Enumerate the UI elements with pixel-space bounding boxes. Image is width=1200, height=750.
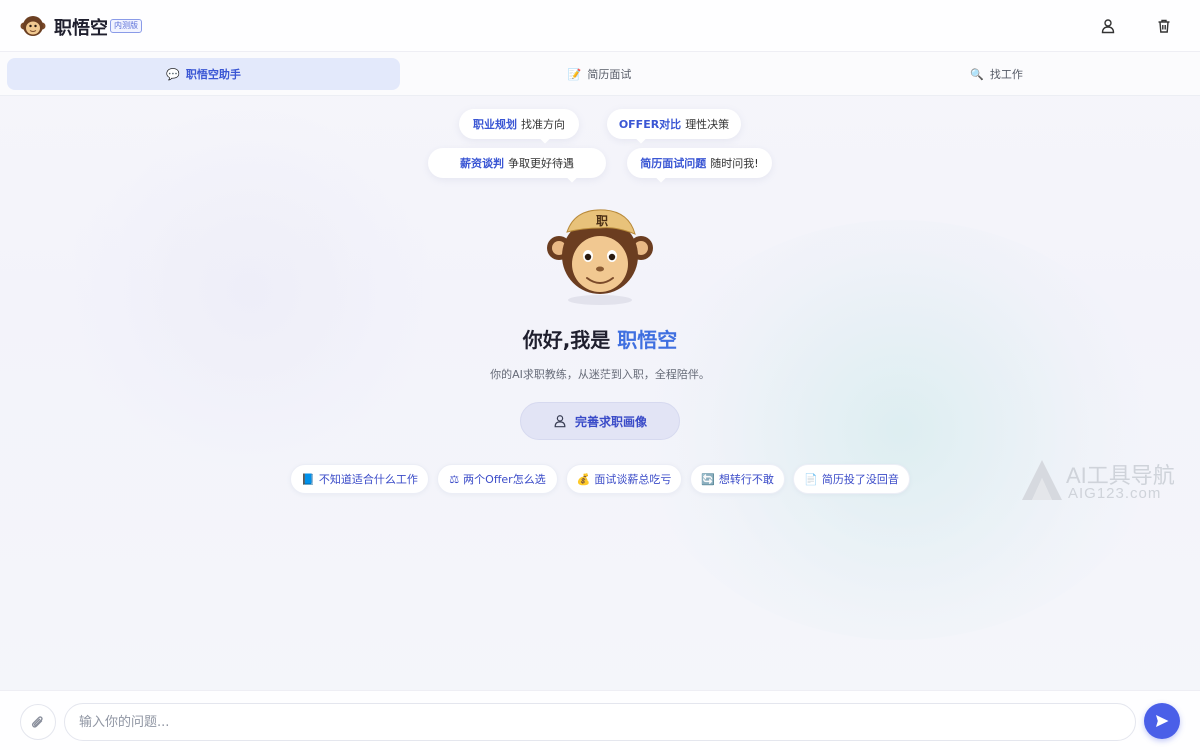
clear-chat-button[interactable] — [1153, 15, 1175, 37]
mascot-hat-char: 职 — [596, 214, 608, 228]
tab-bar: 💬 职悟空助手 📝 简历面试 🔍 找工作 — [0, 52, 1200, 96]
scale-icon: ⚖ — [449, 472, 460, 486]
complete-profile-button[interactable]: 完善求职画像 — [520, 402, 680, 440]
switch-icon: 🔄 — [701, 472, 715, 486]
send-icon — [1156, 715, 1169, 727]
tab-label: 找工作 — [989, 68, 1023, 81]
profile-button[interactable] — [1097, 15, 1119, 37]
suggestion-chip[interactable]: 🔄 想转行不敢 — [690, 464, 785, 494]
feature-bubble-interview: 简历面试问题 随时问我! — [627, 148, 772, 178]
memo-icon: 📝 — [567, 67, 582, 81]
greeting-title: 你好,我是 职悟空 — [522, 328, 678, 352]
background-glow — [640, 220, 1160, 640]
user-icon — [554, 415, 566, 428]
app-header: 职悟空 内测版 — [0, 0, 1200, 52]
suggestion-chip[interactable]: ⚖ 两个Offer怎么选 — [437, 464, 558, 494]
tab-label: 职悟空助手 — [185, 68, 241, 81]
monkey-logo-icon — [20, 16, 46, 36]
feature-bubble-offer: OFFER对比 理性决策 — [607, 109, 741, 139]
feature-bubble-career: 职业规划 找准方向 — [459, 109, 579, 139]
money-bag-icon: 💰 — [576, 472, 591, 486]
brand-name: 职悟空 — [54, 18, 108, 39]
composer-bar — [0, 690, 1200, 750]
tab-assistant[interactable]: 💬 职悟空助手 — [7, 58, 400, 90]
watermark-logo-icon — [1022, 460, 1062, 500]
watermark: AI工具导航 AIG123.com — [1020, 458, 1200, 504]
document-icon: 📄 — [804, 472, 818, 486]
monkey-mascot: 职 — [547, 209, 653, 305]
trash-icon — [1158, 19, 1170, 33]
paperclip-icon — [31, 716, 43, 728]
user-icon — [1101, 19, 1115, 34]
background-glow — [60, 110, 440, 470]
chat-icon: 💬 — [166, 67, 180, 81]
tab-find-job[interactable]: 🔍 找工作 — [800, 58, 1193, 90]
suggestion-chip[interactable]: 📄 简历投了没回音 — [793, 464, 910, 494]
send-button[interactable] — [1144, 703, 1180, 739]
message-input[interactable] — [64, 703, 1136, 741]
tab-resume-interview[interactable]: 📝 简历面试 — [403, 58, 796, 90]
suggestion-chip[interactable]: 📘 不知道适合什么工作 — [290, 464, 429, 494]
beta-badge: 内测版 — [110, 19, 142, 33]
attach-button[interactable] — [20, 704, 56, 740]
greeting-subtitle: 你的AI求职教练，从迷茫到入职，全程陪伴。 — [490, 368, 710, 381]
book-icon: 📘 — [301, 472, 315, 486]
suggestion-chip[interactable]: 💰 面试谈薪总吃亏 — [566, 464, 682, 494]
tab-label: 简历面试 — [587, 68, 632, 81]
feature-bubble-salary: 薪资谈判 争取更好待遇 — [428, 148, 606, 178]
magnifier-icon: 🔍 — [970, 67, 984, 81]
